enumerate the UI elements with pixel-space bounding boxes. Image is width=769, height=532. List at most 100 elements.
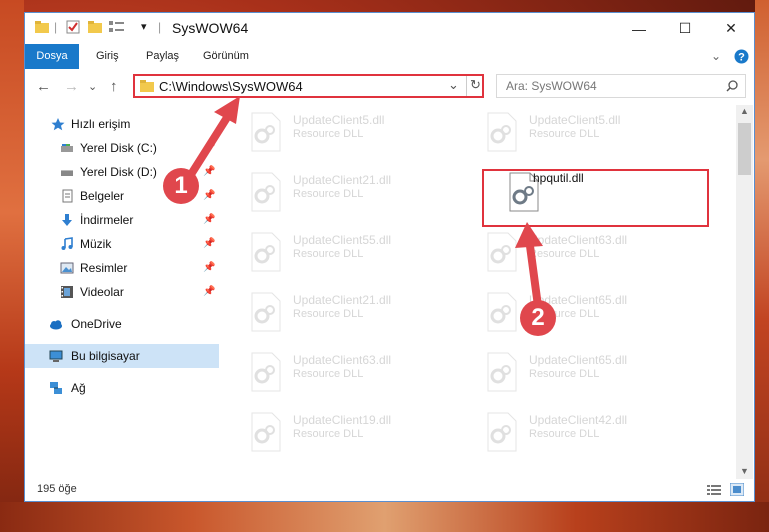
search-icon[interactable] bbox=[726, 80, 738, 92]
file-item[interactable]: UpdateClient21.dll Resource DLL bbox=[226, 285, 450, 339]
desktop-background-bottom bbox=[0, 502, 769, 532]
search-input[interactable]: Ara: SysWOW64 bbox=[496, 74, 746, 98]
sidebar-item-label: Müzik bbox=[80, 237, 112, 251]
file-type: Resource DLL bbox=[529, 428, 600, 440]
pin-icon[interactable]: 📌 bbox=[203, 280, 215, 304]
new-folder-icon[interactable] bbox=[88, 20, 102, 34]
file-item[interactable]: UpdateClient55.dll Resource DLL bbox=[226, 225, 450, 279]
quick-access-dropdown-icon[interactable]: ▾ bbox=[141, 20, 147, 33]
sidebar-item-label: Ağ bbox=[71, 381, 86, 395]
documents-icon bbox=[62, 189, 73, 203]
recent-locations-button[interactable]: ⌄ bbox=[88, 80, 97, 93]
sidebar-item-quick-access[interactable]: Hızlı erişim bbox=[25, 112, 219, 136]
file-type: Resource DLL bbox=[293, 308, 364, 320]
close-button[interactable]: ✕ bbox=[708, 13, 754, 44]
videos-icon bbox=[61, 286, 73, 298]
sidebar-item-downloads[interactable]: İndirmeler 📌 bbox=[25, 208, 219, 232]
status-bar: 195 öğe bbox=[25, 479, 754, 501]
sidebar-item-label: Resimler bbox=[80, 261, 128, 275]
tab-share[interactable]: Paylaş bbox=[146, 44, 179, 69]
dll-file-icon bbox=[251, 172, 281, 212]
up-button[interactable]: ↑ bbox=[110, 78, 118, 95]
download-icon bbox=[62, 214, 72, 226]
sidebar-item-onedrive[interactable]: OneDrive bbox=[25, 312, 219, 336]
dll-file-icon bbox=[487, 412, 517, 452]
sidebar-item-network[interactable]: Ağ bbox=[25, 376, 219, 400]
sidebar-item-videos[interactable]: Videolar 📌 bbox=[25, 280, 219, 304]
file-list: UpdateClient5.dll Resource DLL UpdateCli… bbox=[226, 105, 736, 480]
scroll-up-icon[interactable]: ▲ bbox=[740, 106, 749, 116]
title-bar: | ▾ | SysWOW64 — ☐ ✕ bbox=[25, 13, 754, 44]
help-icon[interactable]: ? bbox=[734, 49, 749, 64]
refresh-button[interactable]: ↻ bbox=[470, 77, 481, 93]
forward-button[interactable]: → bbox=[64, 78, 79, 95]
dll-file-icon bbox=[487, 112, 517, 152]
dll-file-icon bbox=[251, 412, 281, 452]
pin-icon[interactable]: 📌 bbox=[203, 184, 215, 208]
sidebar-item-this-pc[interactable]: Bu bilgisayar bbox=[25, 344, 219, 368]
file-name: UpdateClient65.dll bbox=[529, 353, 628, 367]
file-item[interactable]: UpdateClient65.dll Resource DLL bbox=[462, 345, 686, 399]
folder-icon bbox=[140, 80, 154, 92]
tab-home[interactable]: Giriş bbox=[96, 44, 119, 69]
ribbon-tabs: Dosya Giriş Paylaş Görünüm ⌄ ? bbox=[25, 44, 754, 70]
dll-file-icon bbox=[251, 232, 281, 272]
expand-ribbon-icon[interactable]: ⌄ bbox=[711, 49, 721, 63]
sidebar-item-local-disk-c[interactable]: Yerel Disk (C:) 📌 bbox=[25, 136, 219, 160]
sidebar-item-label: İndirmeler bbox=[80, 213, 134, 227]
pin-icon[interactable]: 📌 bbox=[203, 136, 215, 160]
sidebar-item-music[interactable]: Müzik 📌 bbox=[25, 232, 219, 256]
sidebar-item-label: Videolar bbox=[80, 285, 124, 299]
computer-icon bbox=[49, 350, 63, 362]
file-type: Resource DLL bbox=[293, 248, 364, 260]
svg-text:?: ? bbox=[738, 52, 745, 64]
address-bar[interactable]: C:\Windows\SysWOW64 ⌄ ↻ bbox=[133, 74, 484, 98]
scroll-down-icon[interactable]: ▼ bbox=[740, 466, 749, 476]
sidebar-item-label: OneDrive bbox=[71, 317, 122, 331]
sidebar-item-label: Yerel Disk (D:) bbox=[80, 165, 157, 179]
file-item[interactable]: UpdateClient42.dll Resource DLL bbox=[462, 405, 686, 459]
drive-icon bbox=[61, 170, 73, 176]
file-type: Resource DLL bbox=[293, 128, 364, 140]
file-item[interactable]: UpdateClient63.dll Resource DLL bbox=[226, 345, 450, 399]
file-item[interactable]: UpdateClient63.dll Resource DLL bbox=[462, 225, 686, 279]
file-explorer-window: | ▾ | SysWOW64 — ☐ ✕ Dosya Giriş Paylaş … bbox=[24, 12, 755, 502]
pin-icon[interactable]: 📌 bbox=[203, 256, 215, 280]
file-type: Resource DLL bbox=[529, 128, 600, 140]
file-item[interactable]: UpdateClient65.dll Resource DLL bbox=[462, 285, 686, 339]
navigation-pane: Hızlı erişim Yerel Disk (C:) 📌 Yerel Dis… bbox=[25, 105, 219, 475]
address-path: C:\Windows\SysWOW64 bbox=[159, 79, 303, 94]
tab-view[interactable]: Görünüm bbox=[203, 44, 249, 69]
pictures-icon bbox=[60, 262, 74, 274]
properties-icon[interactable] bbox=[66, 20, 80, 34]
file-item[interactable]: UpdateClient5.dll Resource DLL bbox=[462, 105, 686, 159]
maximize-button[interactable]: ☐ bbox=[662, 13, 708, 44]
file-item[interactable]: UpdateClient19.dll Resource DLL bbox=[226, 405, 450, 459]
tab-file[interactable]: Dosya bbox=[25, 44, 79, 69]
pin-icon[interactable]: 📌 bbox=[203, 160, 215, 184]
minimize-button[interactable]: — bbox=[616, 13, 662, 44]
scrollbar-thumb[interactable] bbox=[738, 123, 751, 175]
pin-icon[interactable]: 📌 bbox=[203, 208, 215, 232]
details-view-icon[interactable] bbox=[707, 484, 721, 496]
file-name: UpdateClient19.dll bbox=[293, 413, 392, 427]
sidebar-item-pictures[interactable]: Resimler 📌 bbox=[25, 256, 219, 280]
file-item[interactable]: UpdateClient5.dll Resource DLL bbox=[226, 105, 450, 159]
back-button[interactable]: ← bbox=[36, 78, 51, 95]
large-icons-view-icon[interactable] bbox=[730, 483, 744, 496]
file-name: UpdateClient63.dll bbox=[293, 353, 392, 367]
pin-icon[interactable]: 📌 bbox=[203, 232, 215, 256]
navigation-bar: ← → ⌄ ↑ C:\Windows\SysWOW64 ⌄ ↻ Ara: Sys… bbox=[25, 69, 754, 105]
file-type: Resource DLL bbox=[293, 368, 364, 380]
item-count: 195 öğe bbox=[37, 483, 77, 495]
vertical-scrollbar[interactable]: ▲ ▼ bbox=[736, 105, 753, 480]
file-item[interactable]: UpdateClient21.dll Resource DLL bbox=[226, 165, 450, 219]
star-icon bbox=[51, 118, 65, 131]
file-name: UpdateClient21.dll bbox=[293, 173, 392, 187]
customize-toolbar-icon[interactable] bbox=[109, 20, 125, 34]
dll-file-icon bbox=[251, 352, 281, 392]
drive-icon bbox=[61, 144, 73, 152]
window-title: SysWOW64 bbox=[172, 20, 249, 36]
network-icon bbox=[50, 382, 62, 394]
address-dropdown-button[interactable]: ⌄ bbox=[448, 77, 459, 93]
